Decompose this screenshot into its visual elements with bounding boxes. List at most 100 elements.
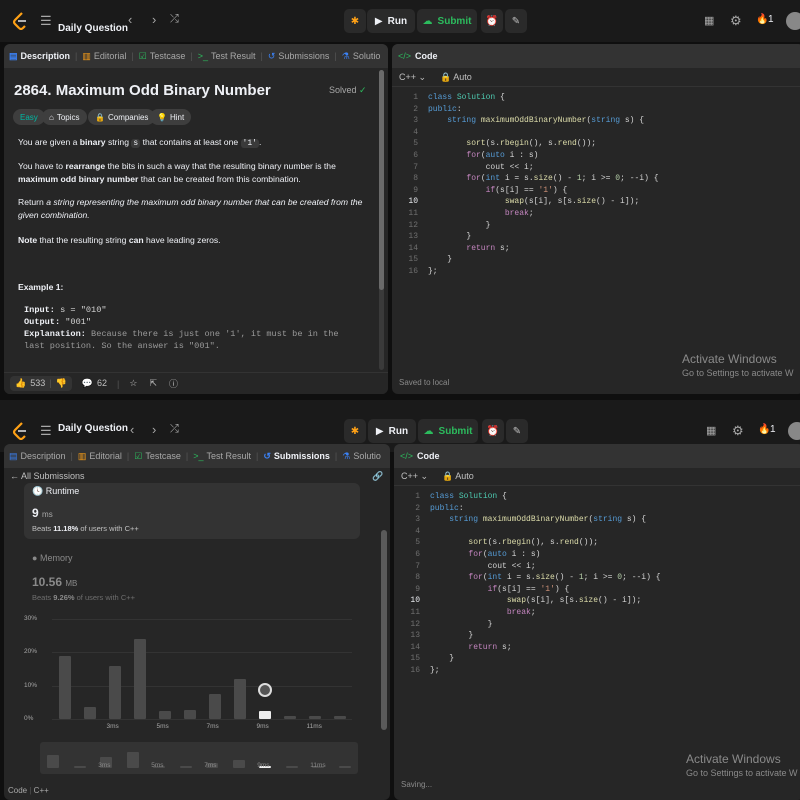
language-select[interactable]: C++ ⌄	[401, 471, 428, 482]
tab-description[interactable]: ▤ Description	[4, 451, 71, 462]
share-icon[interactable]: ⇱	[149, 378, 157, 389]
runtime-card[interactable]: 🕓 Runtime 9 ms Beats 11.18% of users wit…	[24, 483, 360, 539]
topics-tag[interactable]: ⌂ Topics	[42, 109, 87, 125]
code-tab-label[interactable]: Code	[417, 451, 440, 461]
tab-test-result[interactable]: >_ Test Result	[188, 451, 256, 461]
chart-bar[interactable]	[233, 679, 246, 719]
submit-button[interactable]: ☁ Submit	[418, 419, 478, 443]
leetcode-logo[interactable]	[12, 12, 28, 31]
problem-list-icon[interactable]: ☰	[40, 423, 52, 439]
tab-testcase[interactable]: ☑ Testcase	[129, 451, 186, 462]
settings-gear-icon[interactable]: ⚙	[730, 13, 742, 29]
tab-description[interactable]: ▤ Description	[4, 51, 75, 62]
code-line[interactable]: }	[428, 220, 659, 232]
notes-icon[interactable]: ✎	[506, 419, 528, 443]
next-problem-icon[interactable]: ›	[152, 12, 156, 27]
settings-gear-icon[interactable]: ⚙	[732, 423, 744, 439]
tab-testcase[interactable]: ☑ Testcase	[134, 51, 191, 62]
comments-button[interactable]: 💬 62	[82, 378, 107, 389]
shuffle-icon[interactable]: ⤮	[170, 13, 179, 26]
run-button[interactable]: ▶ Run	[367, 9, 415, 33]
chart-bar[interactable]	[308, 715, 321, 719]
language-select[interactable]: C++ ⌄	[399, 72, 426, 83]
timer-icon[interactable]: ⏰	[481, 9, 503, 33]
chart-bar[interactable]	[58, 655, 71, 719]
star-icon[interactable]: ☆	[129, 378, 137, 389]
layout-icon[interactable]: ▦	[704, 14, 714, 27]
chart-bar[interactable]	[283, 715, 296, 719]
next-problem-icon[interactable]: ›	[152, 422, 156, 437]
prev-problem-icon[interactable]: ‹	[130, 422, 134, 437]
chart-bar[interactable]	[133, 639, 146, 719]
code-line[interactable]: for(int i = s.size() - 1; i >= 0; --i) {	[430, 572, 660, 584]
notes-icon[interactable]: ✎	[505, 9, 527, 33]
code-line[interactable]: }	[428, 254, 659, 266]
code-line[interactable]: cout << i;	[428, 162, 659, 174]
streak-fire-icon[interactable]: 🔥	[758, 424, 770, 435]
code-line[interactable]: if(s[i] == '1') {	[428, 185, 659, 197]
code-line[interactable]: }	[428, 231, 659, 243]
code-line[interactable]: string maximumOddBinaryNumber(string s) …	[430, 514, 661, 526]
daily-question-title[interactable]: Daily Question	[58, 423, 128, 434]
code-tab-label[interactable]: Code	[415, 51, 438, 61]
tab-submissions[interactable]: ↺ Submissions	[258, 451, 335, 462]
like-button[interactable]: 👍 533 | 👎	[10, 376, 72, 391]
chart-bar[interactable]	[333, 715, 346, 719]
avatar[interactable]	[788, 422, 800, 440]
code-line[interactable]: for(int i = s.size() - 1; i >= 0; --i) {	[428, 173, 658, 185]
chart-overview[interactable]: 3ms 5ms 7ms 9ms 11ms	[40, 742, 358, 774]
leetcode-logo[interactable]	[12, 422, 28, 441]
code-editor[interactable]: class Solution {public: string maximumOd…	[430, 491, 661, 677]
problem-title[interactable]: 2864. Maximum Odd Binary Number	[14, 82, 271, 99]
code-line[interactable]: for(auto i : s)	[428, 150, 659, 162]
debug-icon[interactable]: ✱	[344, 419, 366, 443]
submit-button[interactable]: ☁ Submit	[417, 9, 477, 33]
auto-mode[interactable]: 🔒 Auto	[440, 72, 472, 83]
code-line[interactable]: if(s[i] == '1') {	[430, 584, 661, 596]
code-line[interactable]: break;	[430, 607, 661, 619]
code-line[interactable]: }	[430, 653, 661, 665]
code-line[interactable]: };	[428, 266, 659, 278]
tab-editorial[interactable]: ▥ Editorial	[77, 51, 131, 62]
scrollbar-thumb[interactable]	[379, 70, 384, 290]
code-line[interactable]: return s;	[428, 243, 659, 255]
chart-bar[interactable]	[158, 711, 171, 719]
chart-bar[interactable]	[183, 709, 196, 719]
companies-tag[interactable]: 🔒 Companies	[88, 109, 156, 125]
shuffle-icon[interactable]: ⤮	[170, 423, 179, 436]
code-line[interactable]: string maximumOddBinaryNumber(string s) …	[428, 115, 659, 127]
daily-question-title[interactable]: Daily Question	[58, 23, 128, 34]
tab-solutions[interactable]: ⚗ Solutio	[337, 51, 386, 62]
code-line[interactable]: };	[430, 665, 661, 677]
code-line[interactable]: for(auto i : s)	[430, 549, 661, 561]
code-line[interactable]: swap(s[i], s[s.size() - i]);	[428, 196, 659, 208]
tab-submissions[interactable]: ↺ Submissions	[263, 51, 335, 62]
code-line[interactable]: sort(s.rbegin(), s.rend());	[428, 138, 659, 150]
code-line[interactable]: break;	[428, 208, 659, 220]
layout-icon[interactable]: ▦	[706, 424, 716, 437]
scrollbar-thumb[interactable]	[381, 530, 387, 730]
code-editor[interactable]: class Solution {public: string maximumOd…	[428, 92, 659, 278]
prev-problem-icon[interactable]: ‹	[128, 12, 132, 27]
code-line[interactable]	[430, 526, 661, 538]
chart-bar[interactable]	[108, 665, 121, 719]
code-line[interactable]: swap(s[i], s[s.size() - i]);	[430, 595, 661, 607]
code-line[interactable]: cout << i;	[430, 561, 661, 573]
code-line[interactable]: }	[430, 619, 661, 631]
auto-mode[interactable]: 🔒 Auto	[442, 471, 474, 482]
tab-test-result[interactable]: >_ Test Result	[193, 51, 261, 61]
problem-list-icon[interactable]: ☰	[40, 13, 52, 29]
timer-icon[interactable]: ⏰	[482, 419, 504, 443]
chart-bar[interactable]	[258, 710, 271, 719]
code-line[interactable]: class Solution {	[428, 92, 659, 104]
code-line[interactable]: sort(s.rbegin(), s.rend());	[430, 537, 661, 549]
code-line[interactable]: }	[430, 630, 661, 642]
help-icon[interactable]: ⓘ	[169, 377, 178, 390]
hint-tag[interactable]: 💡 Hint	[150, 109, 192, 125]
avatar[interactable]	[786, 12, 800, 30]
chart-bar[interactable]	[208, 694, 221, 719]
debug-icon[interactable]: ✱	[344, 9, 366, 33]
code-line[interactable]: public:	[428, 104, 659, 116]
tab-editorial[interactable]: ▥ Editorial	[73, 451, 127, 462]
memory-label[interactable]: ● Memory	[32, 553, 72, 563]
